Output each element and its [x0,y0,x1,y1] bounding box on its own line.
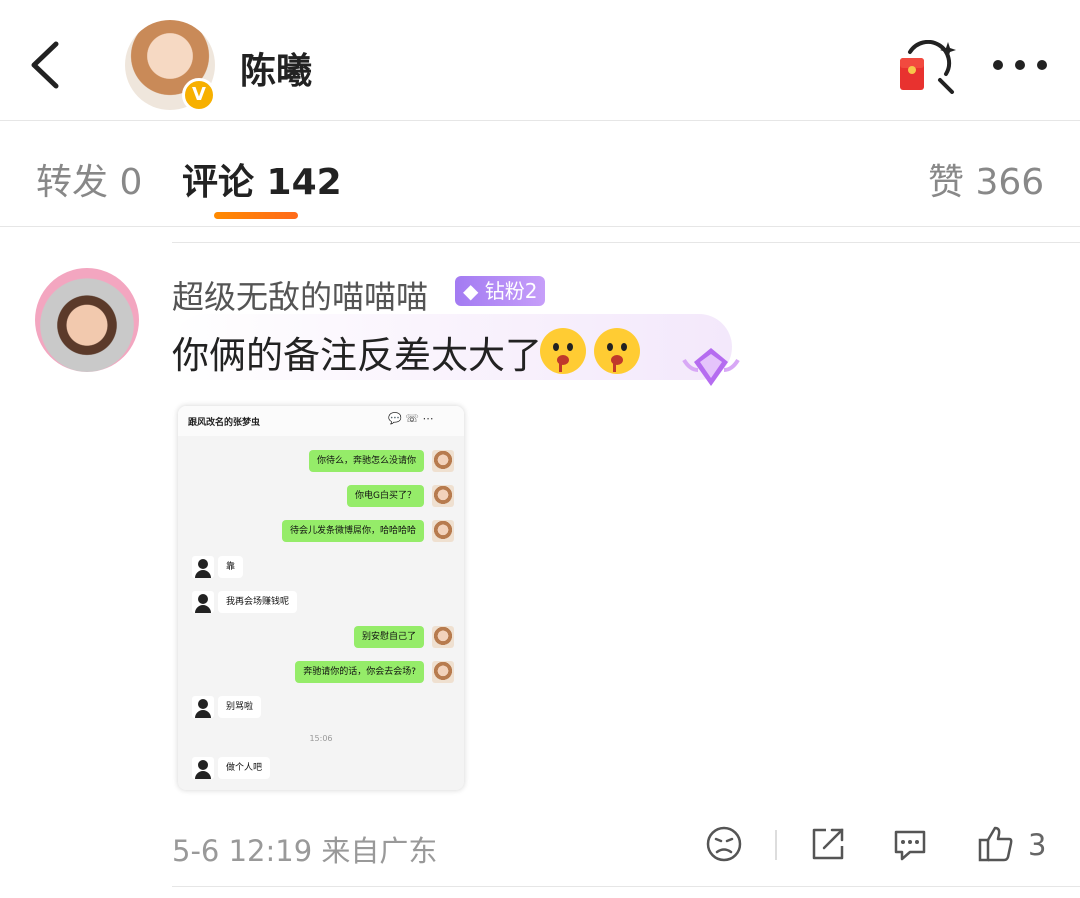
chat-message: 奔驰请你的话，你会去会场? [295,661,424,683]
chat-avatar [192,556,214,578]
divider [0,120,1080,121]
chat-avatar [432,661,454,683]
top-bar: V 陈曦 [0,0,1080,120]
chat-message: 待会儿发条微博屌你，哈哈哈哈 [281,520,424,542]
chat-header: 跟风改名的张梦虫 💬 ☏ ⋯ [178,406,464,436]
tab-likes[interactable]: 赞 366 [928,153,1044,205]
dislike-icon[interactable] [704,824,744,864]
divider [0,226,1080,227]
divider [172,886,1080,887]
drooling-face-emoji [540,328,586,374]
back-icon[interactable] [28,40,68,90]
chat-time-divider: 15:06 [309,734,333,743]
chat-avatar [192,591,214,613]
fan-badge[interactable]: ◆ 钻粉2 [455,276,546,306]
fan-badge-label: 钻粉2 [484,279,538,303]
like-icon[interactable] [976,824,1016,864]
red-packet-search-icon[interactable] [898,40,958,94]
chat-message: 做个人吧 [218,757,271,779]
commenter-avatar[interactable] [35,268,139,372]
chat-message: 我再会场赚钱呢 [218,591,298,613]
chat-avatar [432,520,454,542]
divider [172,242,1080,243]
diamond-fan-icon [682,348,740,386]
more-icon: ⋯ [422,412,434,425]
chat-header-icons: 💬 ☏ ⋯ [388,412,433,425]
comment-text: 你俩的备注反差太大了 [172,334,542,377]
diamond-icon: ◆ [463,279,479,303]
chat-avatar [432,626,454,648]
commenter-name[interactable]: 超级无敌的喵喵喵 [172,272,428,318]
like-count: 3 [1028,828,1047,862]
divider [775,830,777,860]
chat-bubble-icon: 💬 [388,412,402,425]
chat-message: 你电G白买了？ [347,485,424,507]
chat-message: 你待么，奔驰怎么没请你 [308,450,424,472]
comment-meta: 5-6 12:19 来自广东 [172,834,438,868]
share-icon[interactable] [808,824,848,864]
verified-badge: V [182,78,216,112]
chat-message: 别骂啦 [218,696,262,718]
tab-comments[interactable]: 评论 142 [182,153,342,205]
chat-message: 靠 [218,556,244,578]
phone-icon: ☏ [405,412,419,425]
page-title[interactable]: 陈曦 [240,42,312,94]
chat-title: 跟风改名的张梦虫 [188,418,261,428]
comment-image[interactable]: 跟风改名的张梦虫 💬 ☏ ⋯ 你待么，奔驰怎么没请你 你电G白买了？ 待会儿发条… [178,406,464,790]
tab-reposts[interactable]: 转发 0 [36,153,142,205]
drooling-face-emoji [594,328,640,374]
chat-avatar [432,450,454,472]
chat-avatar [432,485,454,507]
more-icon[interactable] [990,54,1050,76]
active-tab-indicator [214,212,298,219]
chat-avatar [192,696,214,718]
chat-avatar [192,757,214,779]
chat-message: 别安慰自己了 [353,626,424,648]
comment-icon[interactable] [890,824,930,864]
